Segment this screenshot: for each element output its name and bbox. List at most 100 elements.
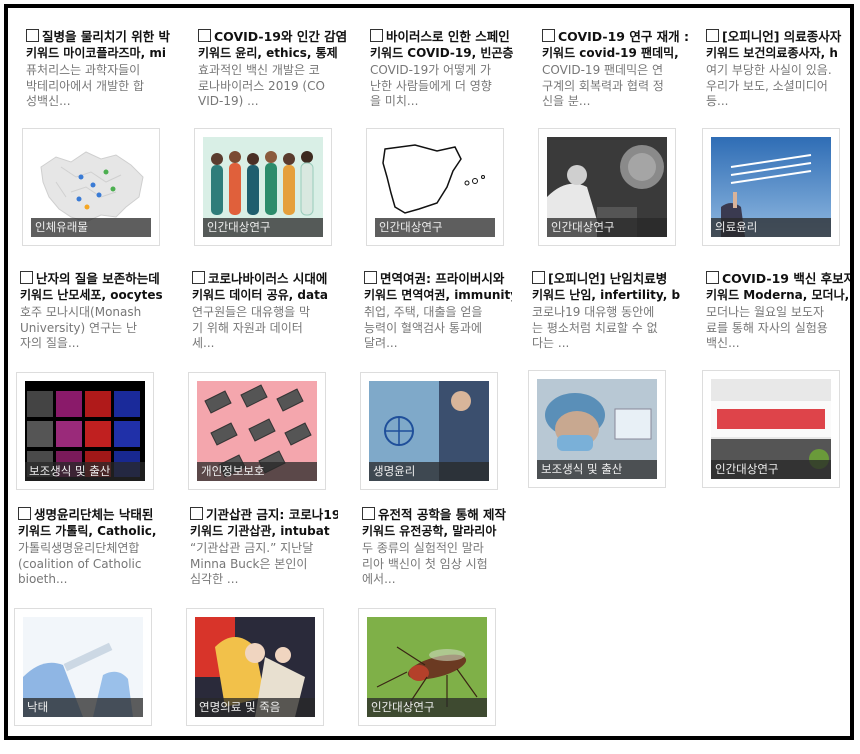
article-thumbnail[interactable]: 보조생식 및 출산	[16, 372, 154, 490]
category-tag[interactable]: 인간대상연구	[203, 218, 323, 237]
article-keywords: 키워드 면역여권, immunity	[364, 288, 512, 302]
article-card[interactable]: 난자의 질을 보존하는데 키워드 난모세포, oocytes 호주 모나시대(M…	[16, 270, 170, 490]
article-keywords: 키워드 보건의료종사자, h	[706, 46, 838, 60]
article-grid: 질병을 물리치기 위한 박 키워드 마이코플라즈마, mi 퓨처리스는 과학자들…	[4, 4, 854, 740]
people-illustration-image: 인간대상연구	[203, 137, 323, 237]
category-tag[interactable]: 낙태	[23, 698, 143, 717]
mosquito-image: 인간대상연구	[367, 617, 487, 717]
article-card[interactable]: 바이러스로 인한 스페인 키워드 COVID-19, 빈곤층 COVID-19가…	[366, 28, 520, 246]
article-keywords: 키워드 데이터 공유, data	[192, 288, 328, 302]
article-keywords: 키워드 Moderna, 모더나,	[706, 288, 850, 302]
article-summary: 코로나19 대유행 동안에는 평소처럼 치료할 수 없다는 ...	[532, 305, 658, 350]
article-title[interactable]: 질병을 물리치기 위한 박	[26, 28, 174, 45]
article-summary: “기관삽관 금지.” 지난달 Minna Buck은 본인이 심각한 ...	[190, 541, 314, 586]
checkbox[interactable]	[532, 271, 545, 284]
article-thumbnail[interactable]: 보조생식 및 출산	[528, 370, 666, 488]
article-card[interactable]: COVID-19 백신 후보자 키워드 Moderna, 모더나, 모더나는 월…	[702, 270, 850, 488]
moderna-sign-image: 인간대상연구	[711, 379, 831, 479]
article-card[interactable]: COVID-19 연구 재개 : 키워드 covid-19 팬데믹, COVID…	[538, 28, 692, 246]
category-tag[interactable]: 생명윤리	[369, 462, 489, 481]
checkbox[interactable]	[542, 29, 555, 42]
article-thumbnail[interactable]: 인체유래물	[22, 128, 160, 246]
article-thumbnail[interactable]: 생명윤리	[360, 372, 498, 490]
article-summary: 취업, 주택, 대출을 얻을 능력이 혈액검사 통과에 달려...	[364, 305, 483, 350]
article-keywords: 키워드 covid-19 팬데믹,	[542, 46, 679, 60]
article-title[interactable]: 바이러스로 인한 스페인	[370, 28, 518, 45]
airshow-image: 의료윤리	[711, 137, 831, 237]
article-card[interactable]: 기관삽관 금지: 코로나19 키워드 기관삽관, intubat “기관삽관 금…	[186, 506, 340, 726]
category-tag[interactable]: 의료윤리	[711, 218, 831, 237]
article-summary: 여기 부당한 사실이 있음. 우리가 보도, 소셜미디어 등...	[706, 63, 832, 108]
article-card[interactable]: [오피니언] 난임치료병 키워드 난임, infertility, b 코로나1…	[528, 270, 682, 488]
article-keywords: 키워드 가톨릭, Catholic,	[18, 524, 157, 538]
laptops-pink-image: 개인정보보호	[197, 381, 317, 481]
article-title[interactable]: COVID-19 백신 후보자	[706, 270, 850, 287]
checkbox[interactable]	[362, 507, 375, 520]
article-title[interactable]: [오피니언] 난임치료병	[532, 270, 680, 287]
article-card[interactable]: 유전적 공학을 통해 제작 키워드 유전공학, 말라리아 두 종류의 실험적인 …	[358, 506, 512, 726]
article-summary: 가톨릭생명윤리단체연합(coalition of Catholic bioeth…	[18, 541, 142, 586]
checkbox[interactable]	[706, 271, 719, 284]
map-europe-image: 인체유래물	[31, 137, 151, 237]
article-thumbnail[interactable]: 인간대상연구	[702, 370, 840, 488]
checkbox[interactable]	[370, 29, 383, 42]
category-tag[interactable]: 인간대상연구	[547, 218, 667, 237]
article-card[interactable]: 질병을 물리치기 위한 박 키워드 마이코플라즈마, mi 퓨처리스는 과학자들…	[22, 28, 176, 246]
article-card[interactable]: 면역여권: 프라이버시와 키워드 면역여권, immunity 취업, 주택, …	[360, 270, 514, 490]
article-title[interactable]: COVID-19와 인간 감염	[198, 28, 346, 45]
immunity-passport-image: 생명윤리	[369, 381, 489, 481]
category-tag[interactable]: 연명의료 및 죽음	[195, 698, 315, 717]
article-card[interactable]: 생명윤리단체는 낙태된 키워드 가톨릭, Catholic, 가톨릭생명윤리단체…	[14, 506, 168, 726]
spain-outline-image: 인간대상연구	[375, 137, 495, 237]
article-title[interactable]: 코로나바이러스 시대에	[192, 270, 340, 287]
category-tag[interactable]: 보조생식 및 출산	[25, 462, 145, 481]
article-title[interactable]: COVID-19 연구 재개 :	[542, 28, 690, 45]
article-thumbnail[interactable]: 인간대상연구	[358, 608, 496, 726]
article-title[interactable]: 생명윤리단체는 낙태된	[18, 506, 166, 523]
checkbox[interactable]	[198, 29, 211, 42]
article-title[interactable]: 유전적 공학을 통해 제작	[362, 506, 510, 523]
article-thumbnail[interactable]: 연명의료 및 죽음	[186, 608, 324, 726]
category-tag[interactable]: 인간대상연구	[375, 218, 495, 237]
category-tag[interactable]: 인체유래물	[31, 218, 151, 237]
article-summary: COVID-19가 어떻게 가난한 사람들에게 더 영향을 미치...	[370, 63, 492, 108]
article-thumbnail[interactable]: 낙태	[14, 608, 152, 726]
article-keywords: 키워드 난모세포, oocytes	[20, 288, 163, 302]
article-card[interactable]: [오피니언] 의료종사자 키워드 보건의료종사자, h 여기 부당한 사실이 있…	[702, 28, 850, 246]
article-title[interactable]: 기관삽관 금지: 코로나19	[190, 506, 338, 523]
lab-mask-image: 보조생식 및 출산	[537, 379, 657, 479]
checkbox[interactable]	[192, 271, 205, 284]
microscopy-grid-image: 보조생식 및 출산	[25, 381, 145, 481]
article-keywords: 키워드 마이코플라즈마, mi	[26, 46, 166, 60]
article-thumbnail[interactable]: 인간대상연구	[538, 128, 676, 246]
article-card[interactable]: 코로나바이러스 시대에 키워드 데이터 공유, data 연구원들은 대유행을 …	[188, 270, 342, 490]
category-tag[interactable]: 인간대상연구	[367, 698, 487, 717]
article-keywords: 키워드 윤리, ethics, 통제	[198, 46, 338, 60]
checkbox[interactable]	[190, 507, 203, 520]
category-tag[interactable]: 개인정보보호	[197, 462, 317, 481]
women-illustration-image: 연명의료 및 죽음	[195, 617, 315, 717]
article-card[interactable]: COVID-19와 인간 감염 키워드 윤리, ethics, 통제 효과적인 …	[194, 28, 348, 246]
article-summary: 호주 모나시대(Monash University) 연구는 난자의 질을...	[20, 305, 142, 350]
article-thumbnail[interactable]: 의료윤리	[702, 128, 840, 246]
article-thumbnail[interactable]: 인간대상연구	[366, 128, 504, 246]
article-summary: 효과적인 백신 개발은 코로나바이러스 2019 (COVID-19) ...	[198, 63, 325, 108]
category-tag[interactable]: 인간대상연구	[711, 460, 831, 479]
article-title[interactable]: [오피니언] 의료종사자	[706, 28, 850, 45]
checkbox[interactable]	[26, 29, 39, 42]
article-summary: 모더나는 월요일 보도자료를 통해 자사의 실험용 백신...	[706, 305, 828, 350]
category-tag[interactable]: 보조생식 및 출산	[537, 460, 657, 479]
article-summary: 두 종류의 실험적인 말라리아 백신이 첫 임상 시험에서...	[362, 541, 488, 586]
article-keywords: 키워드 COVID-19, 빈곤층	[370, 46, 514, 60]
article-keywords: 키워드 유전공학, 말라리아	[362, 524, 497, 538]
checkbox[interactable]	[706, 29, 719, 42]
article-title[interactable]: 난자의 질을 보존하는데	[20, 270, 168, 287]
lab-researcher-image: 인간대상연구	[547, 137, 667, 237]
checkbox[interactable]	[364, 271, 377, 284]
article-summary: 퓨처리스는 과학자들이 박테리아에서 개발한 합성백신...	[26, 63, 145, 108]
article-title[interactable]: 면역여권: 프라이버시와	[364, 270, 512, 287]
checkbox[interactable]	[18, 507, 31, 520]
article-thumbnail[interactable]: 개인정보보호	[188, 372, 326, 490]
article-thumbnail[interactable]: 인간대상연구	[194, 128, 332, 246]
checkbox[interactable]	[20, 271, 33, 284]
